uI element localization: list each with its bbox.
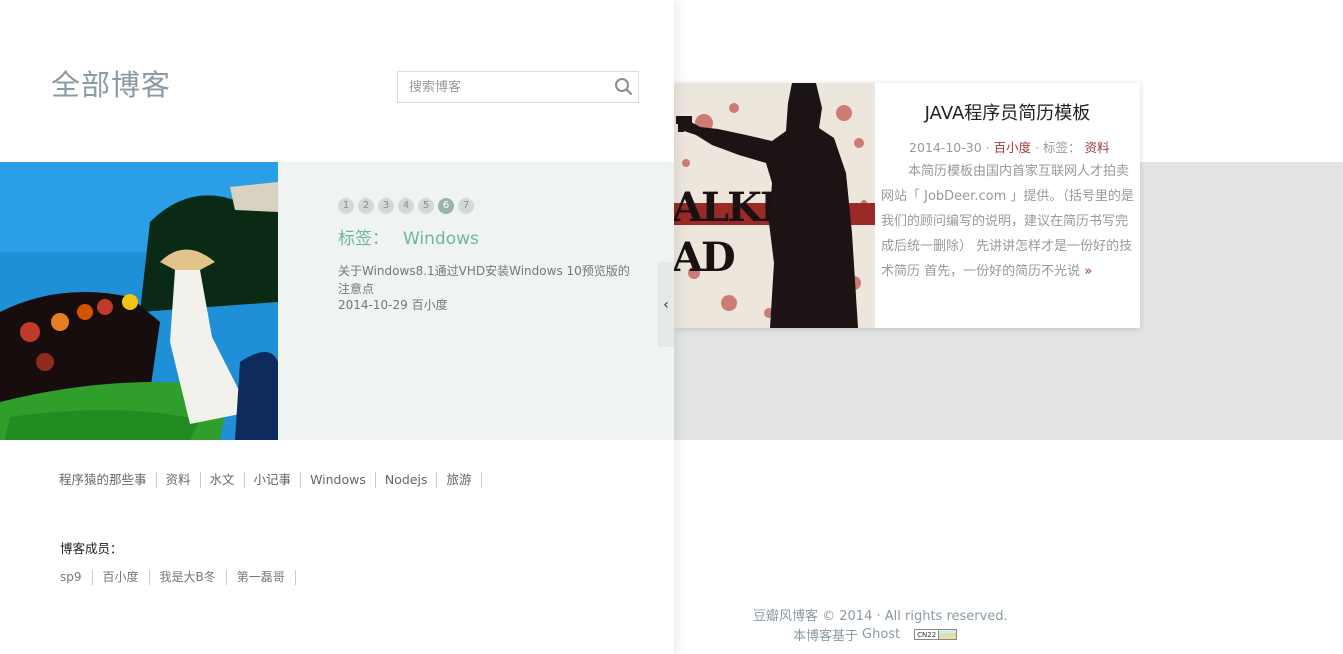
collapse-panel-button[interactable]: ‹ <box>658 262 674 347</box>
member-link[interactable]: 百小度 <box>93 570 150 585</box>
category-link[interactable]: 资料 <box>157 472 201 488</box>
pager-dot[interactable]: 5 <box>418 198 434 214</box>
featured-tag-value[interactable]: Windows <box>403 229 479 249</box>
post-card-tag-label: 标签： <box>1043 140 1081 155</box>
post-card-author-link[interactable]: 百小度 <box>994 140 1032 155</box>
read-more-link[interactable]: » <box>1084 264 1092 279</box>
post-card-tag-link[interactable]: 资料 <box>1085 140 1110 155</box>
cnzz-badge[interactable]: CN22 <box>914 629 958 640</box>
featured-tag-label: 标签： <box>338 229 389 249</box>
category-link[interactable]: 旅游 <box>437 472 482 488</box>
featured-post-title[interactable]: 关于Windows8.1通过VHD安装Windows 10预览版的注意点 <box>338 262 634 298</box>
member-link[interactable]: 我是大B冬 <box>150 570 227 585</box>
powered-by-label: 本博客基于 <box>793 629 859 644</box>
post-card[interactable]: ALKING AD JAVA程序员简历模板 2014-10-30 · 百小度 ·… <box>674 83 1140 328</box>
members-heading: 博客成员： <box>60 541 123 556</box>
search-input[interactable] <box>398 72 608 102</box>
category-nav: 程序猿的那些事 资料 水文 小记事 Windows Nodejs 旅游 <box>59 472 482 488</box>
featured-post-meta: 2014-10-29 百小度 <box>338 296 448 313</box>
pager-dot[interactable]: 3 <box>378 198 394 214</box>
left-panel: 全部博客 搜索博客 1 2 3 4 5 6 7 标签： Windows 关于Wi… <box>0 0 674 654</box>
category-link[interactable]: 小记事 <box>245 472 302 488</box>
search-box <box>397 71 639 103</box>
cnzz-badge-text: CN22 <box>914 629 940 640</box>
slider-pager: 1 2 3 4 5 6 7 <box>338 198 474 214</box>
featured-image[interactable] <box>0 162 278 440</box>
pager-dot[interactable]: 4 <box>398 198 414 214</box>
pager-dot[interactable]: 2 <box>358 198 374 214</box>
meta-separator: · <box>981 140 994 155</box>
category-link[interactable]: 水文 <box>201 472 245 488</box>
pager-dot[interactable]: 1 <box>338 198 354 214</box>
pager-dot[interactable]: 7 <box>458 198 474 214</box>
page-title: 全部博客 <box>51 68 172 102</box>
post-card-excerpt: 本简历模板由国内首家互联网人才拍卖网站「 JobDeer.com 」提供。（括号… <box>881 159 1135 284</box>
svg-text:AD: AD <box>674 234 735 281</box>
search-icon[interactable] <box>612 76 634 98</box>
category-link[interactable]: Nodejs <box>376 472 438 488</box>
member-link[interactable]: sp9 <box>60 570 93 585</box>
ghost-link[interactable]: Ghost <box>862 627 900 642</box>
pager-dot-active[interactable]: 6 <box>438 198 454 214</box>
chevron-left-icon: ‹ <box>663 296 669 313</box>
featured-slider: 1 2 3 4 5 6 7 标签： Windows 关于Windows8.1通过V… <box>0 162 674 440</box>
post-card-image[interactable]: ALKING AD <box>674 83 875 328</box>
footer-copyright: 豆瓣风博客 © 2014 · All rights reserved. <box>753 609 1008 624</box>
post-card-title[interactable]: JAVA程序员简历模板 <box>875 99 1140 125</box>
post-card-date: 2014-10-30 <box>909 140 982 155</box>
cnzz-badge-graphic <box>939 629 958 640</box>
category-link[interactable]: Windows <box>301 472 376 488</box>
footer-powered-by: 本博客基于 Ghost CN22 <box>793 625 958 644</box>
page: ALKING AD JAVA程序员简历模板 2014-10-30 · 百小度 ·… <box>0 0 1343 654</box>
featured-post-author[interactable]: 百小度 <box>412 298 448 312</box>
featured-post-date: 2014-10-29 <box>338 298 408 312</box>
member-link[interactable]: 第一磊哥 <box>227 570 296 585</box>
meta-separator: · <box>1031 140 1044 155</box>
member-list: sp9 百小度 我是大B冬 第一磊哥 <box>60 570 296 585</box>
post-card-excerpt-text: 本简历模板由国内首家互联网人才拍卖网站「 JobDeer.com 」提供。（括号… <box>881 164 1134 279</box>
post-card-meta: 2014-10-30 · 百小度 · 标签： 资料 <box>909 137 1110 156</box>
featured-tag: 标签： Windows <box>338 224 479 249</box>
category-link[interactable]: 程序猿的那些事 <box>59 472 157 488</box>
